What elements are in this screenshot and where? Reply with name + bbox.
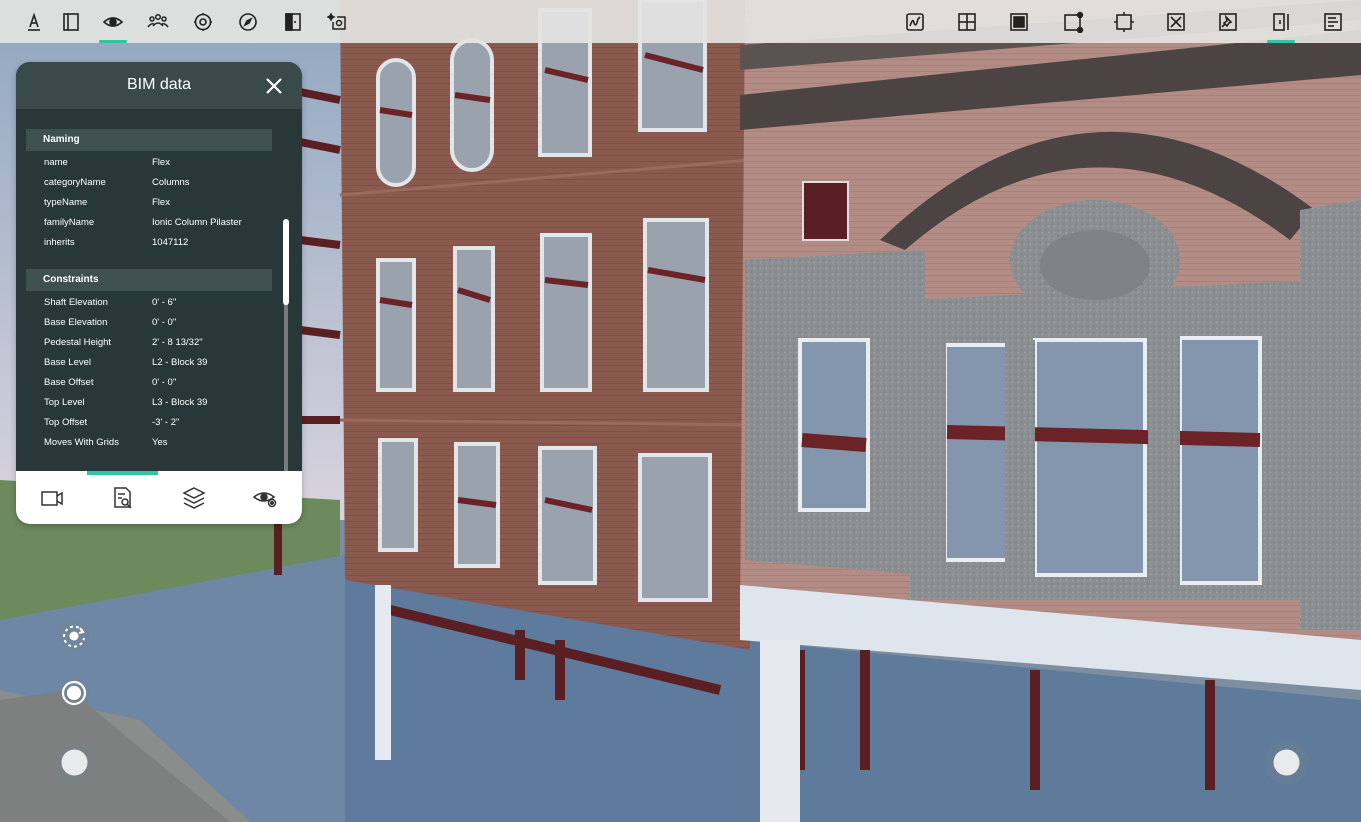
property-row: typeName Flex xyxy=(16,197,286,211)
property-key: categoryName xyxy=(44,177,106,188)
node-square-icon[interactable] xyxy=(1055,0,1091,43)
grid-icon[interactable] xyxy=(949,0,985,43)
property-value: L3 - Block 39 xyxy=(152,397,208,408)
property-key: Top Level xyxy=(44,397,85,408)
property-key: name xyxy=(44,157,68,168)
property-key: Base Offset xyxy=(44,377,94,388)
property-value: Flex xyxy=(152,157,170,168)
bim-properties-list[interactable]: Naming name Flex categoryName Columns ty… xyxy=(16,109,302,471)
bim-panel-tabbar xyxy=(16,471,302,524)
layers-tab-icon[interactable] xyxy=(158,471,229,524)
property-value: Columns xyxy=(152,177,190,188)
scrollbar-thumb[interactable] xyxy=(283,219,289,305)
pin-icon[interactable] xyxy=(1210,0,1246,43)
property-row: Shaft Elevation 0' - 6" xyxy=(16,297,286,311)
target-mode-icon[interactable] xyxy=(58,677,90,709)
property-key: inherits xyxy=(44,237,75,248)
section-heading-constraints: Constraints xyxy=(26,269,272,291)
markup-icon[interactable] xyxy=(897,0,933,43)
notes-icon[interactable] xyxy=(1315,0,1351,43)
property-key: Moves With Grids xyxy=(44,437,119,448)
property-value: 0' - 6" xyxy=(152,297,177,308)
move-joystick[interactable] xyxy=(52,740,97,785)
property-row: Moves With Grids Yes xyxy=(16,437,286,451)
document-search-tab-icon[interactable] xyxy=(87,471,158,524)
property-row: Top Offset -3' - 2" xyxy=(16,417,286,431)
view-settings-tab-icon[interactable] xyxy=(229,471,300,524)
fit-frame-icon[interactable] xyxy=(1106,0,1142,43)
bim-data-panel: BIM data Naming name Flex categoryName C… xyxy=(16,62,302,524)
property-key: Base Elevation xyxy=(44,317,108,328)
property-row: Top Level L3 - Block 39 xyxy=(16,397,286,411)
property-row: inherits 1047112 xyxy=(16,237,286,251)
door-icon[interactable] xyxy=(275,0,311,43)
settings-icon[interactable] xyxy=(185,0,221,43)
people-icon[interactable] xyxy=(140,0,176,43)
property-value: Flex xyxy=(152,197,170,208)
rotate-mode-icon[interactable] xyxy=(58,620,90,652)
property-value: 0' - 0" xyxy=(152,317,177,328)
compass-icon[interactable] xyxy=(230,0,266,43)
property-key: Top Offset xyxy=(44,417,88,428)
measure-icon[interactable] xyxy=(16,0,52,43)
section-heading-naming: Naming xyxy=(26,129,272,151)
top-toolbar xyxy=(0,0,1361,43)
property-row: Base Offset 0' - 0" xyxy=(16,377,286,391)
property-row: categoryName Columns xyxy=(16,177,286,191)
property-value: Yes xyxy=(152,437,168,448)
property-row: Base Elevation 0' - 0" xyxy=(16,317,286,331)
property-value: Ionic Column Pilaster xyxy=(152,217,242,228)
property-value: -3' - 2" xyxy=(152,417,180,428)
property-key: Pedestal Height xyxy=(44,337,112,348)
property-row: name Flex xyxy=(16,157,286,171)
property-key: Base Level xyxy=(44,357,92,368)
property-value: 1047112 xyxy=(152,237,189,248)
property-row: Base Level L2 - Block 39 xyxy=(16,357,286,371)
property-key: typeName xyxy=(44,197,88,208)
focus-sparkle-icon[interactable] xyxy=(320,0,356,43)
property-row: familyName Ionic Column Pilaster xyxy=(16,217,286,231)
property-row: Pedestal Height 2' - 8 13/32" xyxy=(16,337,286,351)
look-joystick[interactable] xyxy=(1264,740,1309,785)
visibility-icon[interactable] xyxy=(95,0,131,43)
split-panel-icon[interactable] xyxy=(1263,0,1299,43)
section-box-icon[interactable] xyxy=(53,0,89,43)
property-value: 2' - 8 13/32" xyxy=(152,337,203,348)
property-value: 0' - 0" xyxy=(152,377,177,388)
solid-square-icon[interactable] xyxy=(1001,0,1037,43)
camera-tab-icon[interactable] xyxy=(16,471,87,524)
property-value: L2 - Block 39 xyxy=(152,357,208,368)
cross-box-icon[interactable] xyxy=(1158,0,1194,43)
close-icon[interactable] xyxy=(262,75,286,97)
bim-panel-header: BIM data xyxy=(16,62,302,109)
property-key: familyName xyxy=(44,217,95,228)
property-key: Shaft Elevation xyxy=(44,297,108,308)
bim-panel-title: BIM data xyxy=(126,76,192,93)
